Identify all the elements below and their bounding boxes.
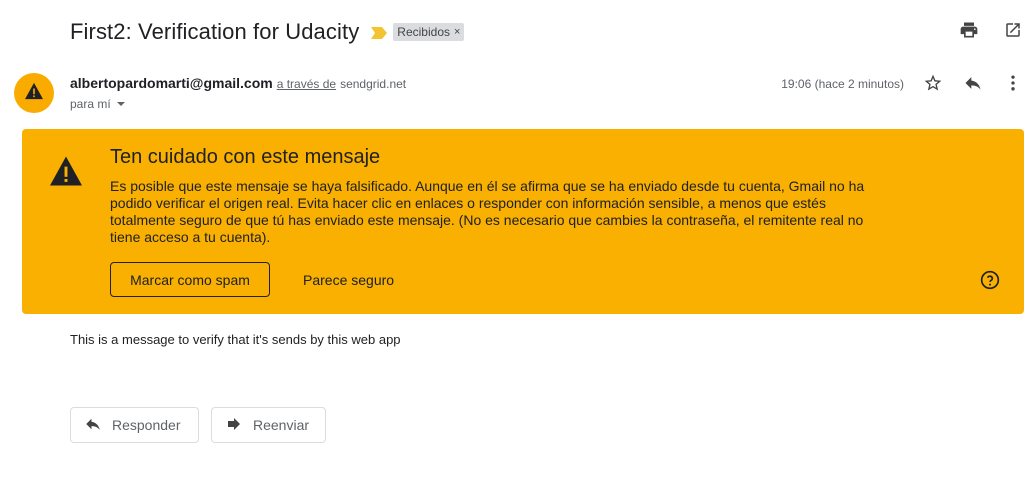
more-vert-icon[interactable] (1003, 73, 1023, 93)
sender-avatar[interactable] (14, 73, 54, 113)
spoofing-warning-banner: Ten cuidado con este mensaje Es posible … (22, 129, 1024, 314)
via-domain: sendgrid.net (340, 77, 407, 91)
sender-email[interactable]: albertopardomarti@gmail.com (70, 75, 273, 91)
message-timestamp: 19:06 (hace 2 minutos) (781, 77, 904, 91)
subject-row: First2: Verification for Udacity Recibid… (70, 16, 465, 48)
email-subject: First2: Verification for Udacity (70, 19, 360, 44)
reply-icon (84, 415, 102, 436)
recipient-label: para mí (70, 97, 111, 111)
label-chip-text: Recibidos (397, 24, 450, 39)
reply-label: Responder (112, 417, 181, 433)
message-body: This is a message to verify that it's se… (70, 332, 401, 347)
looks-safe-button[interactable]: Parece seguro (303, 262, 394, 297)
warning-icon (48, 155, 84, 192)
forward-button[interactable]: Reenviar (211, 407, 326, 443)
message-toolbar (923, 73, 1023, 93)
show-details-chevron-down-icon[interactable] (116, 102, 125, 106)
importance-marker-icon[interactable] (371, 26, 388, 39)
via-link[interactable]: a través de (277, 77, 336, 91)
forward-label: Reenviar (253, 417, 310, 433)
label-chip-inbox[interactable]: Recibidos × (393, 23, 465, 41)
open-in-new-icon[interactable] (1003, 20, 1023, 40)
warning-icon (24, 82, 44, 105)
sender-line: albertopardomarti@gmail.com a través de … (70, 75, 406, 91)
remove-label-icon[interactable]: × (454, 26, 460, 38)
mark-as-spam-button[interactable]: Marcar como spam (110, 262, 270, 297)
forward-icon (225, 415, 243, 436)
reply-icon[interactable] (963, 73, 983, 93)
recipient-line: para mí (70, 97, 125, 111)
warning-description: Es posible que este mensaje se haya fals… (110, 178, 865, 245)
reply-button[interactable]: Responder (70, 407, 199, 443)
print-icon[interactable] (959, 20, 979, 40)
star-icon[interactable] (923, 73, 943, 93)
thread-toolbar (959, 20, 1023, 40)
help-icon[interactable] (980, 270, 1000, 295)
warning-title: Ten cuidado con este mensaje (110, 146, 381, 168)
